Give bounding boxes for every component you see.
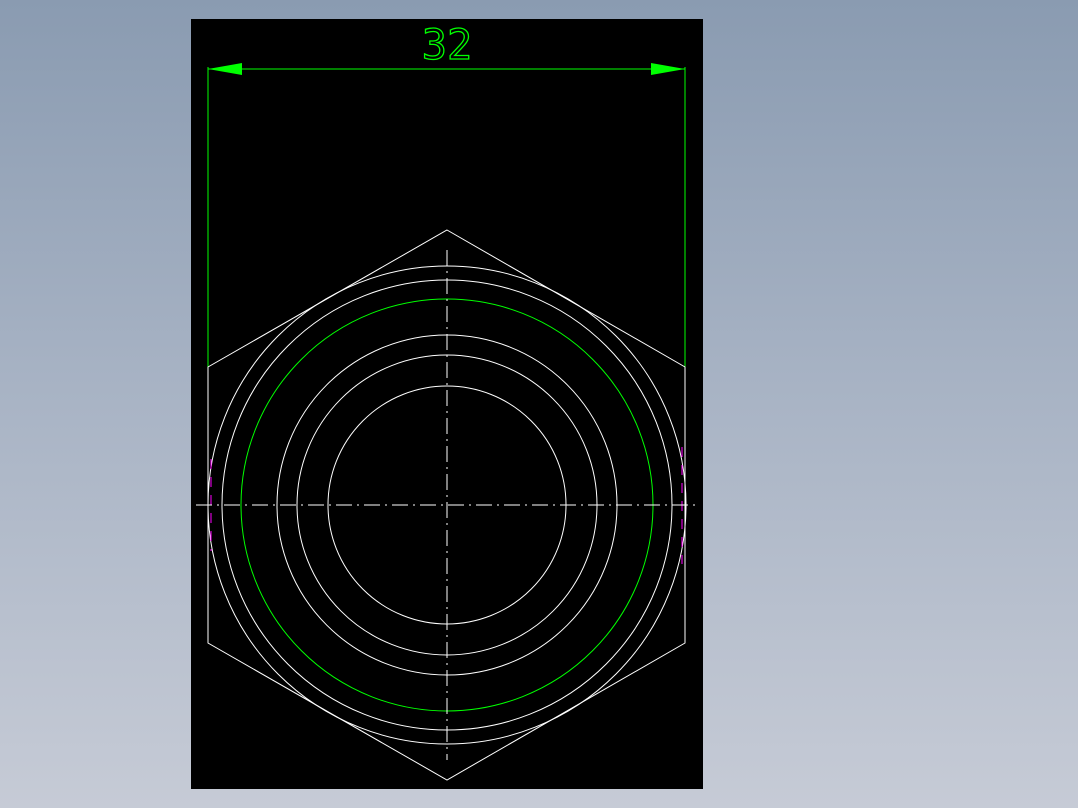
cad-viewport[interactable]: 32	[191, 19, 703, 789]
drawing-canvas: 32	[196, 19, 698, 781]
dimension-arrow-left	[208, 63, 242, 75]
dimension-text: 32	[422, 20, 473, 69]
dimension-arrow-right	[651, 63, 685, 75]
